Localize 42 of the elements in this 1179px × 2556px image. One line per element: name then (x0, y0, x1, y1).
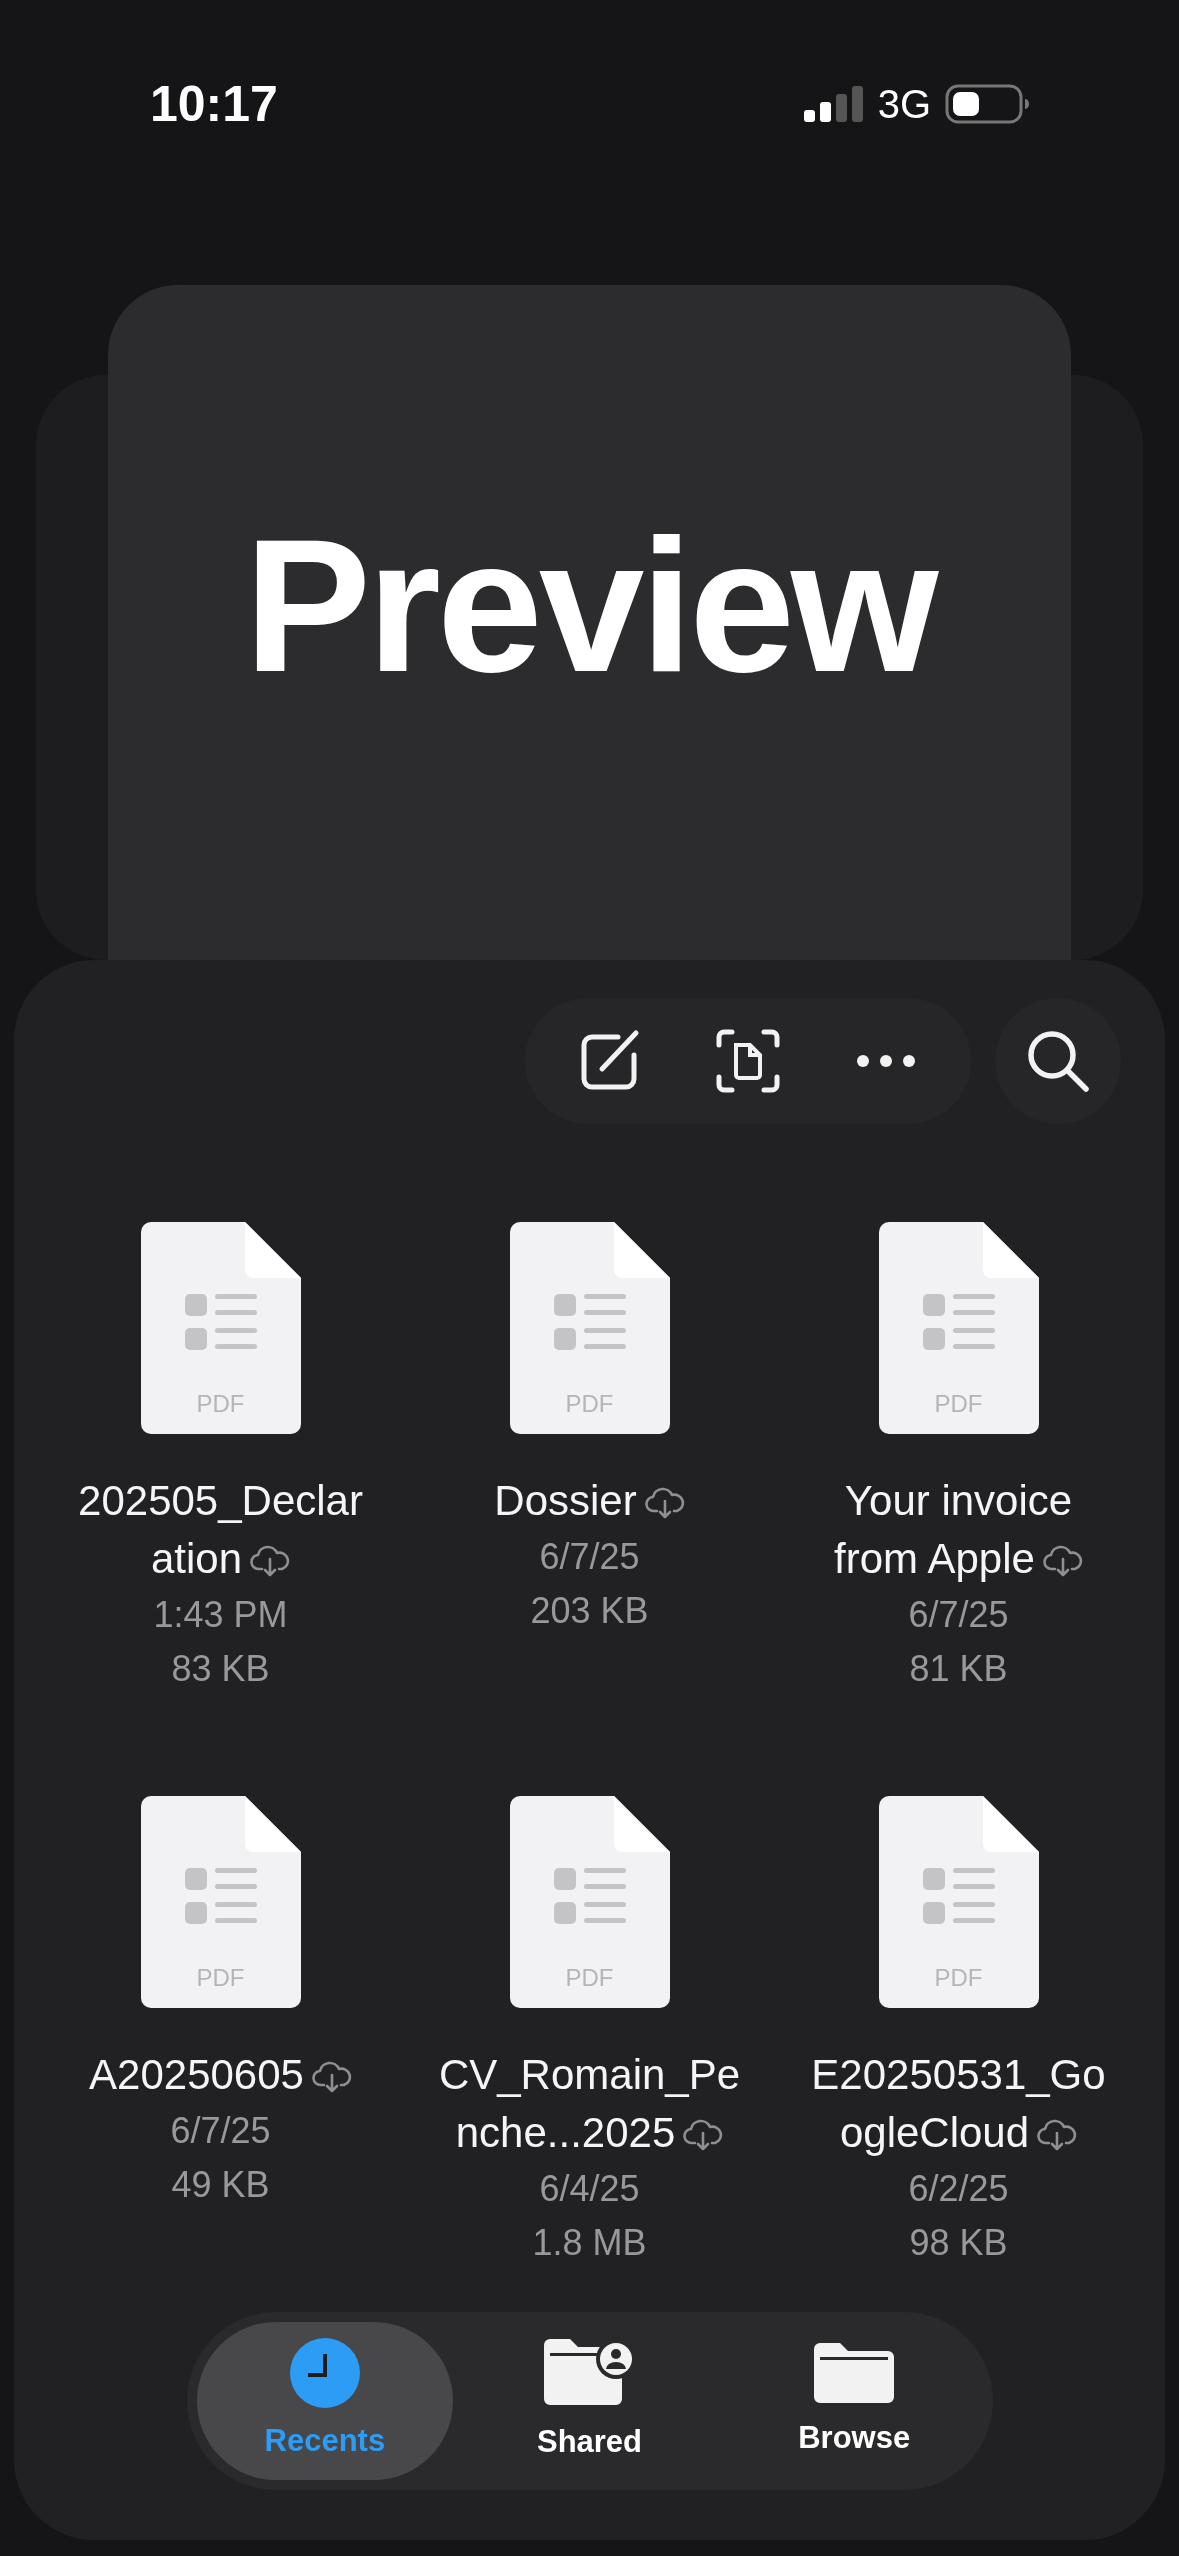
scan-document-icon (716, 1029, 780, 1093)
file-date: 6/2/25 (908, 2167, 1009, 2211)
tab[interactable]: Browse (725, 2322, 983, 2480)
pdf-file-icon (140, 1222, 301, 1434)
file-date: 1:43 PM (153, 1593, 288, 1637)
pdf-file-icon (140, 1796, 301, 2008)
file-size: 81 KB (909, 1647, 1008, 1691)
file-name[interactable]: Your invoice from Apple (806, 1472, 1111, 1588)
file-type-label: PDF (564, 1963, 615, 1993)
file-size: 1.8 MB (532, 2221, 647, 2265)
pdf-file-icon (509, 1222, 670, 1434)
file-size: 49 KB (171, 2163, 270, 2207)
tab[interactable]: Shared (461, 2322, 718, 2480)
file-name[interactable]: A20250605 (68, 2046, 373, 2104)
file-date: 6/7/25 (539, 1535, 640, 1579)
file-date: 6/7/25 (908, 1593, 1009, 1637)
battery-icon (945, 84, 1029, 124)
file-type-label: PDF (933, 1963, 984, 1993)
file-size: 203 KB (530, 1589, 649, 1633)
signal-icon (803, 86, 864, 122)
file-type-label: PDF (933, 1389, 984, 1419)
pdf-file-icon (878, 1796, 1039, 2008)
preview-title: Preview (244, 510, 935, 700)
file-type-label: PDF (564, 1389, 615, 1419)
clock-icon (289, 2337, 360, 2408)
file-date: 6/4/25 (539, 2167, 640, 2211)
network-label: 3G (877, 81, 931, 128)
folder-icon (814, 2340, 895, 2405)
pdf-file-icon (878, 1222, 1039, 1434)
file-type-label: PDF (195, 1963, 246, 1993)
more-icon (856, 1054, 916, 1068)
file-type-label: PDF (195, 1389, 246, 1419)
pdf-file-icon (509, 1796, 670, 2008)
status-time: 10:17 (150, 74, 278, 134)
file-name[interactable]: Dossier (437, 1472, 742, 1530)
file-name[interactable]: E20250531_GoogleCloud (806, 2046, 1111, 2162)
file-name[interactable]: 202505_Declaration (68, 1472, 373, 1588)
search-icon (1026, 1029, 1090, 1093)
file-name[interactable]: CV_Romain_Penche...2025 (437, 2046, 742, 2162)
file-size: 98 KB (909, 2221, 1008, 2265)
file-size: 83 KB (171, 1647, 270, 1691)
file-date: 6/7/25 (170, 2109, 271, 2153)
